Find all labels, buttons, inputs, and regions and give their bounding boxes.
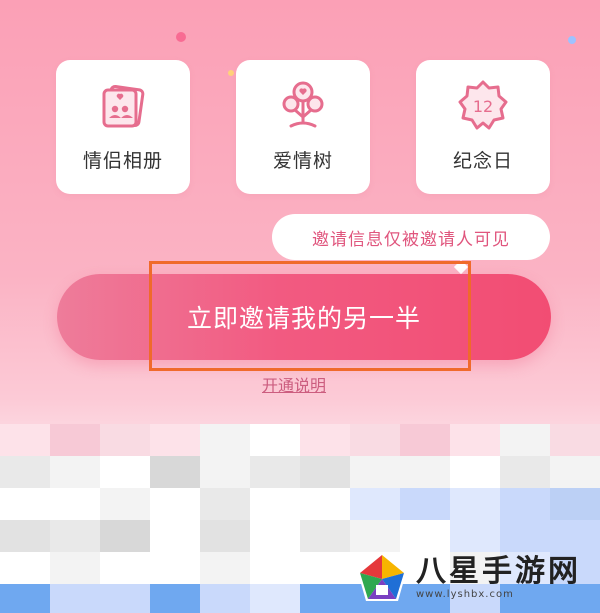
decor-dot [228, 70, 234, 76]
mosaic-cell [250, 488, 300, 520]
mosaic-cell [300, 552, 350, 584]
mosaic-cell [200, 456, 250, 488]
watermark-title: 八星手游网 [416, 553, 581, 589]
mosaic-cell [150, 584, 200, 613]
mosaic-cell [0, 584, 50, 613]
invite-notice-bubble: 邀请信息仅被邀请人可见 [272, 214, 550, 260]
mosaic-cell [350, 424, 400, 456]
bubble-tail [453, 259, 469, 275]
mosaic-cell [50, 552, 100, 584]
badge-number: 12 [473, 97, 493, 116]
mosaic-cell [150, 456, 200, 488]
mosaic-cell [150, 520, 200, 552]
mosaic-cell [400, 424, 450, 456]
mosaic-cell [100, 424, 150, 456]
mosaic-cell [400, 488, 450, 520]
mosaic-cell [300, 584, 350, 613]
anniversary-badge-icon: 12 [455, 78, 511, 134]
mosaic-cell [150, 488, 200, 520]
mosaic-cell [200, 424, 250, 456]
decor-dot [176, 32, 186, 42]
invite-partner-button[interactable]: 立即邀请我的另一半 [57, 274, 551, 360]
mosaic-cell [150, 552, 200, 584]
mosaic-cell [0, 520, 50, 552]
mosaic-cell [200, 552, 250, 584]
mosaic-cell [100, 552, 150, 584]
mosaic-cell [0, 488, 50, 520]
feature-label: 纪念日 [452, 150, 513, 172]
mosaic-cell [50, 424, 100, 456]
feature-card-anniversary[interactable]: 12 纪念日 [416, 60, 550, 194]
mosaic-cell [0, 552, 50, 584]
mosaic-cell [300, 488, 350, 520]
mosaic-cell [550, 456, 600, 488]
activation-info-link[interactable]: 开通说明 [262, 372, 326, 396]
mosaic-cell [50, 520, 100, 552]
mosaic-cell [150, 424, 200, 456]
mosaic-cell [200, 520, 250, 552]
mosaic-cell [250, 456, 300, 488]
mosaic-cell [100, 488, 150, 520]
mosaic-cell [100, 456, 150, 488]
site-watermark: 八星手游网 www.lyshbx.com [354, 544, 594, 610]
watermark-url: www.lyshbx.com [416, 588, 514, 600]
mosaic-cell [250, 424, 300, 456]
mosaic-cell [200, 488, 250, 520]
feature-card-couple-album[interactable]: 情侣相册 [56, 60, 190, 194]
mosaic-cell [100, 584, 150, 613]
mosaic-cell [550, 424, 600, 456]
watermark-logo-icon [358, 553, 406, 601]
feature-label: 情侣相册 [82, 150, 163, 172]
mosaic-cell [450, 456, 500, 488]
mosaic-cell [250, 584, 300, 613]
mosaic-cell [100, 520, 150, 552]
mosaic-cell [0, 424, 50, 456]
mosaic-cell [200, 584, 250, 613]
mosaic-cell [50, 584, 100, 613]
decor-dot [568, 36, 576, 44]
feature-label: 爱情树 [272, 150, 333, 172]
feature-card-love-tree[interactable]: 爱情树 [236, 60, 370, 194]
mosaic-cell [350, 456, 400, 488]
mosaic-cell [300, 456, 350, 488]
mosaic-cell [450, 424, 500, 456]
mosaic-cell [350, 488, 400, 520]
mosaic-cell [500, 488, 550, 520]
mosaic-cell [500, 456, 550, 488]
mosaic-cell [250, 552, 300, 584]
mosaic-cell [250, 520, 300, 552]
love-tree-icon [275, 78, 331, 134]
mosaic-cell [300, 520, 350, 552]
couple-album-icon [95, 78, 151, 134]
mosaic-cell [50, 488, 100, 520]
mosaic-cell [500, 424, 550, 456]
couple-space-screen: 情侣相册 爱情树 12 纪念日 邀请信息仅被邀请人可见 立即邀请我的另一半 开通… [0, 0, 600, 613]
mosaic-cell [0, 456, 50, 488]
mosaic-cell [50, 456, 100, 488]
mosaic-cell [450, 488, 500, 520]
mosaic-cell [300, 424, 350, 456]
mosaic-cell [550, 488, 600, 520]
mosaic-cell [400, 456, 450, 488]
